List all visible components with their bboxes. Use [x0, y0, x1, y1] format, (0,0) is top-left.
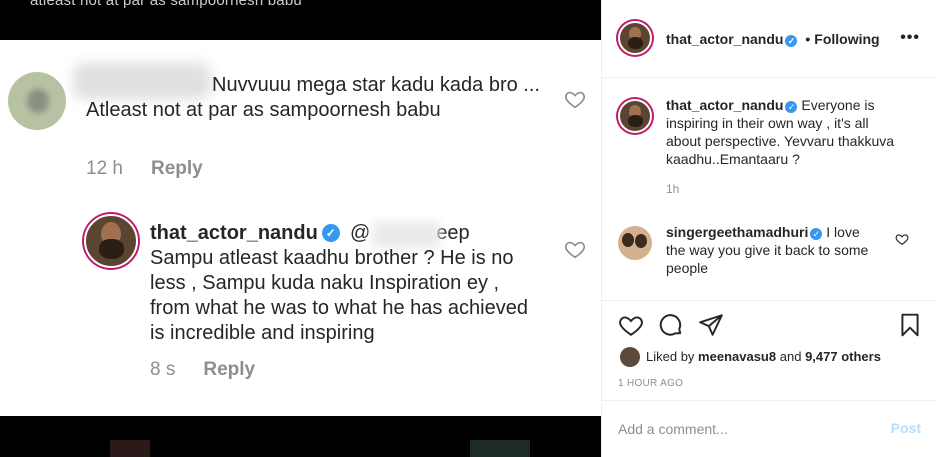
image-comment-2-username: that_actor_nandu ✓ — [150, 222, 340, 245]
image-comment-2-text: Sampu atleast kaadhu brother ? He is no … — [150, 247, 528, 344]
image-comment-2-reply: Reply — [203, 359, 256, 380]
image-comment-2-time: 8 s — [150, 359, 176, 380]
post-timestamp[interactable]: 1 HOUR AGO — [618, 378, 683, 389]
liker-avatar[interactable] — [620, 347, 640, 367]
caption-avatar[interactable] — [618, 99, 652, 133]
caption-time[interactable]: 1h — [666, 182, 918, 196]
image-comment-1-text: Nuvvuuu mega star kadu kada bro ... Atle… — [86, 73, 556, 123]
cut-off-text: atleast not at par as sampoornesh babu — [30, 0, 302, 9]
more-options-icon[interactable]: ••• — [900, 29, 920, 47]
likes-prefix: Liked by — [646, 349, 695, 364]
save-bookmark-icon[interactable] — [897, 312, 923, 338]
post-side-panel: that_actor_nandu ✓ • Following ••• that_ac… — [601, 0, 936, 457]
mention-start: @ — [350, 222, 371, 244]
author-avatar[interactable] — [618, 21, 652, 55]
image-comment-2-meta: 8 s Reply — [150, 359, 255, 381]
image-comment-1-time: 12 h — [86, 158, 123, 179]
post-comment-button[interactable]: Post — [891, 420, 921, 436]
image-comment-1-reply: Reply — [150, 158, 203, 179]
heart-icon — [564, 241, 586, 259]
mention-end: eep — [436, 222, 470, 244]
thumbnail-fragment — [110, 440, 150, 457]
like-heart-icon[interactable] — [618, 312, 644, 338]
image-comment-1-meta: 12 h Reply — [86, 158, 203, 180]
verified-badge-icon: ✓ — [321, 224, 340, 242]
caption-comment: that_actor_nandu ✓ Everyone is inspiring … — [618, 96, 918, 196]
comment-input[interactable] — [618, 419, 868, 439]
verified-badge-icon: ✓ — [785, 35, 798, 47]
liker-username-link[interactable]: meenavasu8 — [698, 349, 776, 364]
likes-count-link[interactable]: 9,477 others — [805, 349, 881, 364]
thumbnail-fragment — [470, 440, 530, 457]
likes-and: and — [779, 349, 802, 364]
post-image[interactable]: atleast not at par as sampoornesh babu N… — [0, 0, 601, 457]
image-top-strip: atleast not at par as sampoornesh babu — [0, 0, 601, 40]
blurred-avatar — [8, 72, 66, 130]
post-actions: Liked by meenavasu8 and 9,477 others 1 H… — [602, 300, 936, 400]
caption-body: that_actor_nandu ✓ Everyone is inspiring … — [666, 96, 904, 168]
post-header: that_actor_nandu ✓ • Following ••• — [602, 0, 936, 78]
verified-badge-icon: ✓ — [785, 101, 798, 113]
verified-badge-icon: ✓ — [810, 228, 823, 240]
heart-icon — [564, 91, 586, 109]
comment-like-heart-icon[interactable] — [895, 232, 909, 246]
share-paper-plane-icon[interactable] — [698, 312, 724, 338]
comment-item: singergeethamadhuri ✓ I love the way you … — [618, 223, 918, 277]
following-button[interactable]: Following — [814, 31, 879, 47]
blurred-mention — [372, 222, 440, 248]
likes-summary: Liked by meenavasu8 and 9,477 others — [620, 347, 881, 367]
comment-bubble-icon[interactable] — [658, 312, 684, 338]
author-username-link[interactable]: that_actor_nandu — [666, 31, 783, 47]
author-row: that_actor_nandu ✓ • Following — [666, 31, 880, 47]
image-comment-1-line1: Nuvvuuu mega star kadu kada bro ... — [212, 74, 540, 96]
image-comment-1-line2: Atleast not at par as sampoornesh babu — [86, 99, 441, 121]
image-comment-2-username-text: that_actor_nandu — [150, 222, 318, 244]
separator: • — [805, 31, 811, 47]
commenter-avatar[interactable] — [618, 226, 652, 260]
avatar — [84, 214, 138, 268]
add-comment-bar: Post — [602, 400, 936, 457]
caption-username-link[interactable]: that_actor_nandu — [666, 97, 783, 113]
comment-body: singergeethamadhuri ✓ I love the way you … — [666, 223, 878, 277]
commenter-username-link[interactable]: singergeethamadhuri — [666, 224, 808, 240]
